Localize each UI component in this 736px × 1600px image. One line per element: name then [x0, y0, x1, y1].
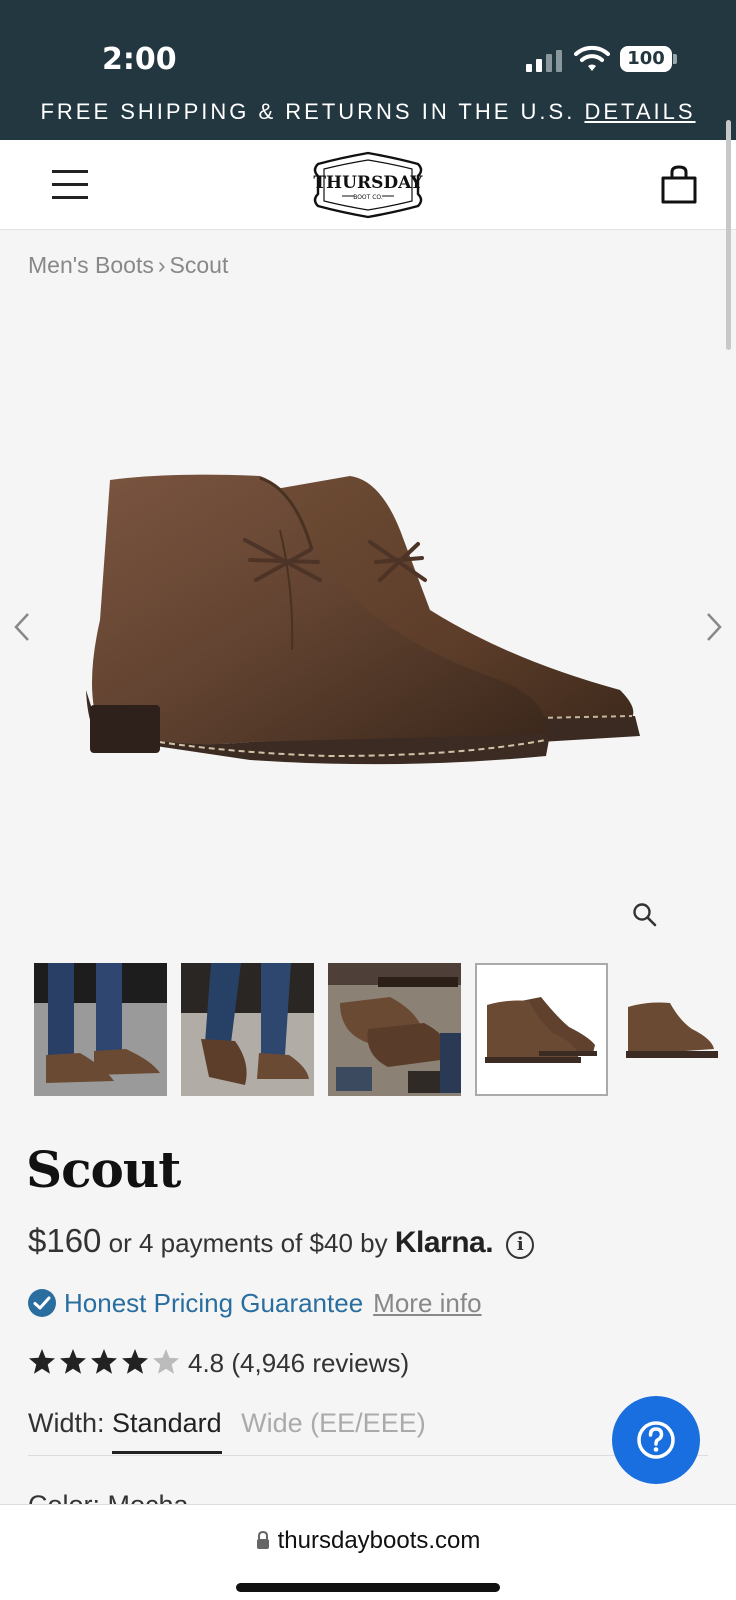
- product-price: $160: [28, 1222, 102, 1259]
- breadcrumb-current[interactable]: Scout: [170, 252, 229, 278]
- help-chat-button[interactable]: [612, 1396, 700, 1484]
- home-indicator: [236, 1583, 500, 1592]
- honest-pricing-row: Honest Pricing Guarantee More info: [28, 1288, 482, 1319]
- question-mark-icon: [637, 1421, 675, 1459]
- browser-url-bar[interactable]: thursdayboots.com: [0, 1504, 736, 1600]
- rating-text: 4.8 (4,946 reviews): [188, 1348, 410, 1378]
- chevron-left-icon[interactable]: [12, 612, 32, 642]
- cellular-signal-icon: [526, 50, 562, 72]
- wifi-icon: [574, 45, 610, 71]
- honest-pricing-guarantee[interactable]: Honest Pricing Guarantee: [64, 1288, 363, 1318]
- logo-subtext: BOOT CO.: [353, 194, 383, 201]
- promo-details-link[interactable]: Details: [584, 99, 695, 124]
- thumbnail-strip: [34, 963, 736, 1096]
- rating-row[interactable]: 4.8 (4,946 reviews): [28, 1348, 409, 1379]
- installment-text: or 4 payments of $40 by: [108, 1228, 388, 1258]
- hamburger-menu-icon[interactable]: [52, 170, 88, 200]
- status-time: 2:00: [102, 42, 177, 77]
- battery-indicator: 100: [620, 46, 672, 72]
- battery-tip: [673, 54, 677, 64]
- info-icon[interactable]: i: [506, 1231, 535, 1259]
- status-bar: 2:00 100 Free shipping & returns in the …: [0, 0, 736, 140]
- url-display[interactable]: thursdayboots.com: [0, 1527, 736, 1555]
- url-text: thursdayboots.com: [277, 1527, 481, 1554]
- thursday-logo[interactable]: THURSDAY BOOT CO.: [310, 150, 426, 220]
- chevron-right-icon[interactable]: [704, 612, 724, 642]
- site-header: THURSDAY BOOT CO.: [0, 140, 736, 230]
- thumbnail-flat-lay[interactable]: [328, 963, 461, 1096]
- color-label: Color: Mocha: [28, 1490, 189, 1504]
- thumbnail-on-foot-front[interactable]: [34, 963, 167, 1096]
- promo-banner: Free shipping & returns in the U.S. Deta…: [0, 98, 736, 126]
- klarna-logo: Klarna.: [394, 1226, 494, 1259]
- breadcrumb-parent[interactable]: Men's Boots: [28, 252, 154, 278]
- logo-text: THURSDAY: [313, 173, 423, 193]
- breadcrumb-separator: ›: [157, 252, 166, 278]
- thumbnail-on-foot-walking[interactable]: [181, 963, 314, 1096]
- product-image-carousel[interactable]: [0, 300, 736, 940]
- star-rating-icon: [29, 1349, 179, 1374]
- product-title: Scout: [26, 1140, 181, 1199]
- promo-text: Free shipping & returns in the U.S.: [40, 99, 576, 124]
- breadcrumb: Men's Boots › Scout: [28, 252, 228, 279]
- thumbnail-single-side[interactable]: [622, 963, 736, 1096]
- zoom-magnifier-icon[interactable]: [632, 902, 658, 928]
- thumbnail-pair-side[interactable]: [475, 963, 608, 1096]
- width-selector: Width: Standard Wide (EE/EEE): [28, 1408, 708, 1456]
- more-info-link[interactable]: More info: [373, 1288, 481, 1318]
- width-option-standard[interactable]: Standard: [112, 1408, 222, 1454]
- width-label: Width:: [28, 1408, 105, 1438]
- price-row: $160 or 4 payments of $40 by Klarna. i: [28, 1222, 535, 1260]
- width-option-wide[interactable]: Wide (EE/EEE): [241, 1408, 426, 1451]
- verified-check-icon: [28, 1289, 56, 1317]
- shopping-bag-icon[interactable]: [660, 164, 698, 204]
- lock-icon: [256, 1531, 269, 1549]
- product-main-image[interactable]: [80, 470, 660, 810]
